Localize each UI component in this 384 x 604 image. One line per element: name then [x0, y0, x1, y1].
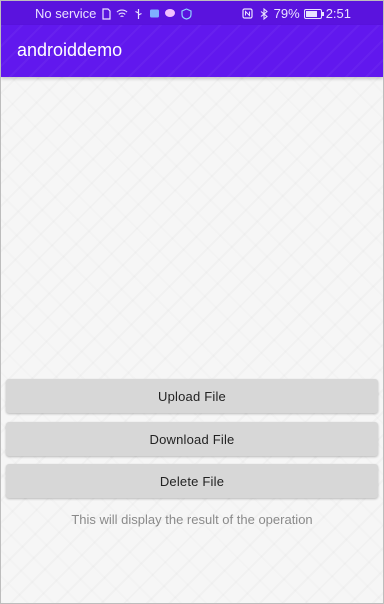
nfc-icon	[242, 8, 254, 20]
download-file-button[interactable]: Download File	[6, 422, 378, 456]
result-text: This will display the result of the oper…	[71, 512, 313, 527]
shield-icon	[180, 7, 192, 20]
carrier-text: No service	[35, 6, 97, 21]
upload-file-button[interactable]: Upload File	[6, 379, 378, 413]
wifi-icon	[116, 8, 128, 20]
status-bar: No service 79% 2:51	[1, 1, 383, 25]
sim-icon	[100, 7, 112, 20]
chat-icon	[164, 8, 176, 20]
bluetooth-icon	[258, 7, 270, 20]
status-right: 79% 2:51	[242, 6, 351, 21]
delete-file-button[interactable]: Delete File	[6, 464, 378, 498]
app-bar: androiddemo	[1, 25, 383, 77]
status-left: No service	[35, 6, 192, 21]
battery-fill	[305, 10, 317, 17]
clock: 2:51	[325, 6, 351, 21]
battery-icon	[303, 8, 324, 19]
app-title: androiddemo	[17, 40, 123, 60]
notification-icon	[148, 8, 160, 20]
app-screen: No service 79% 2:51 androiddemo Upload F…	[0, 0, 384, 604]
battery-percent: 79%	[273, 6, 300, 21]
usb-icon	[132, 8, 144, 20]
